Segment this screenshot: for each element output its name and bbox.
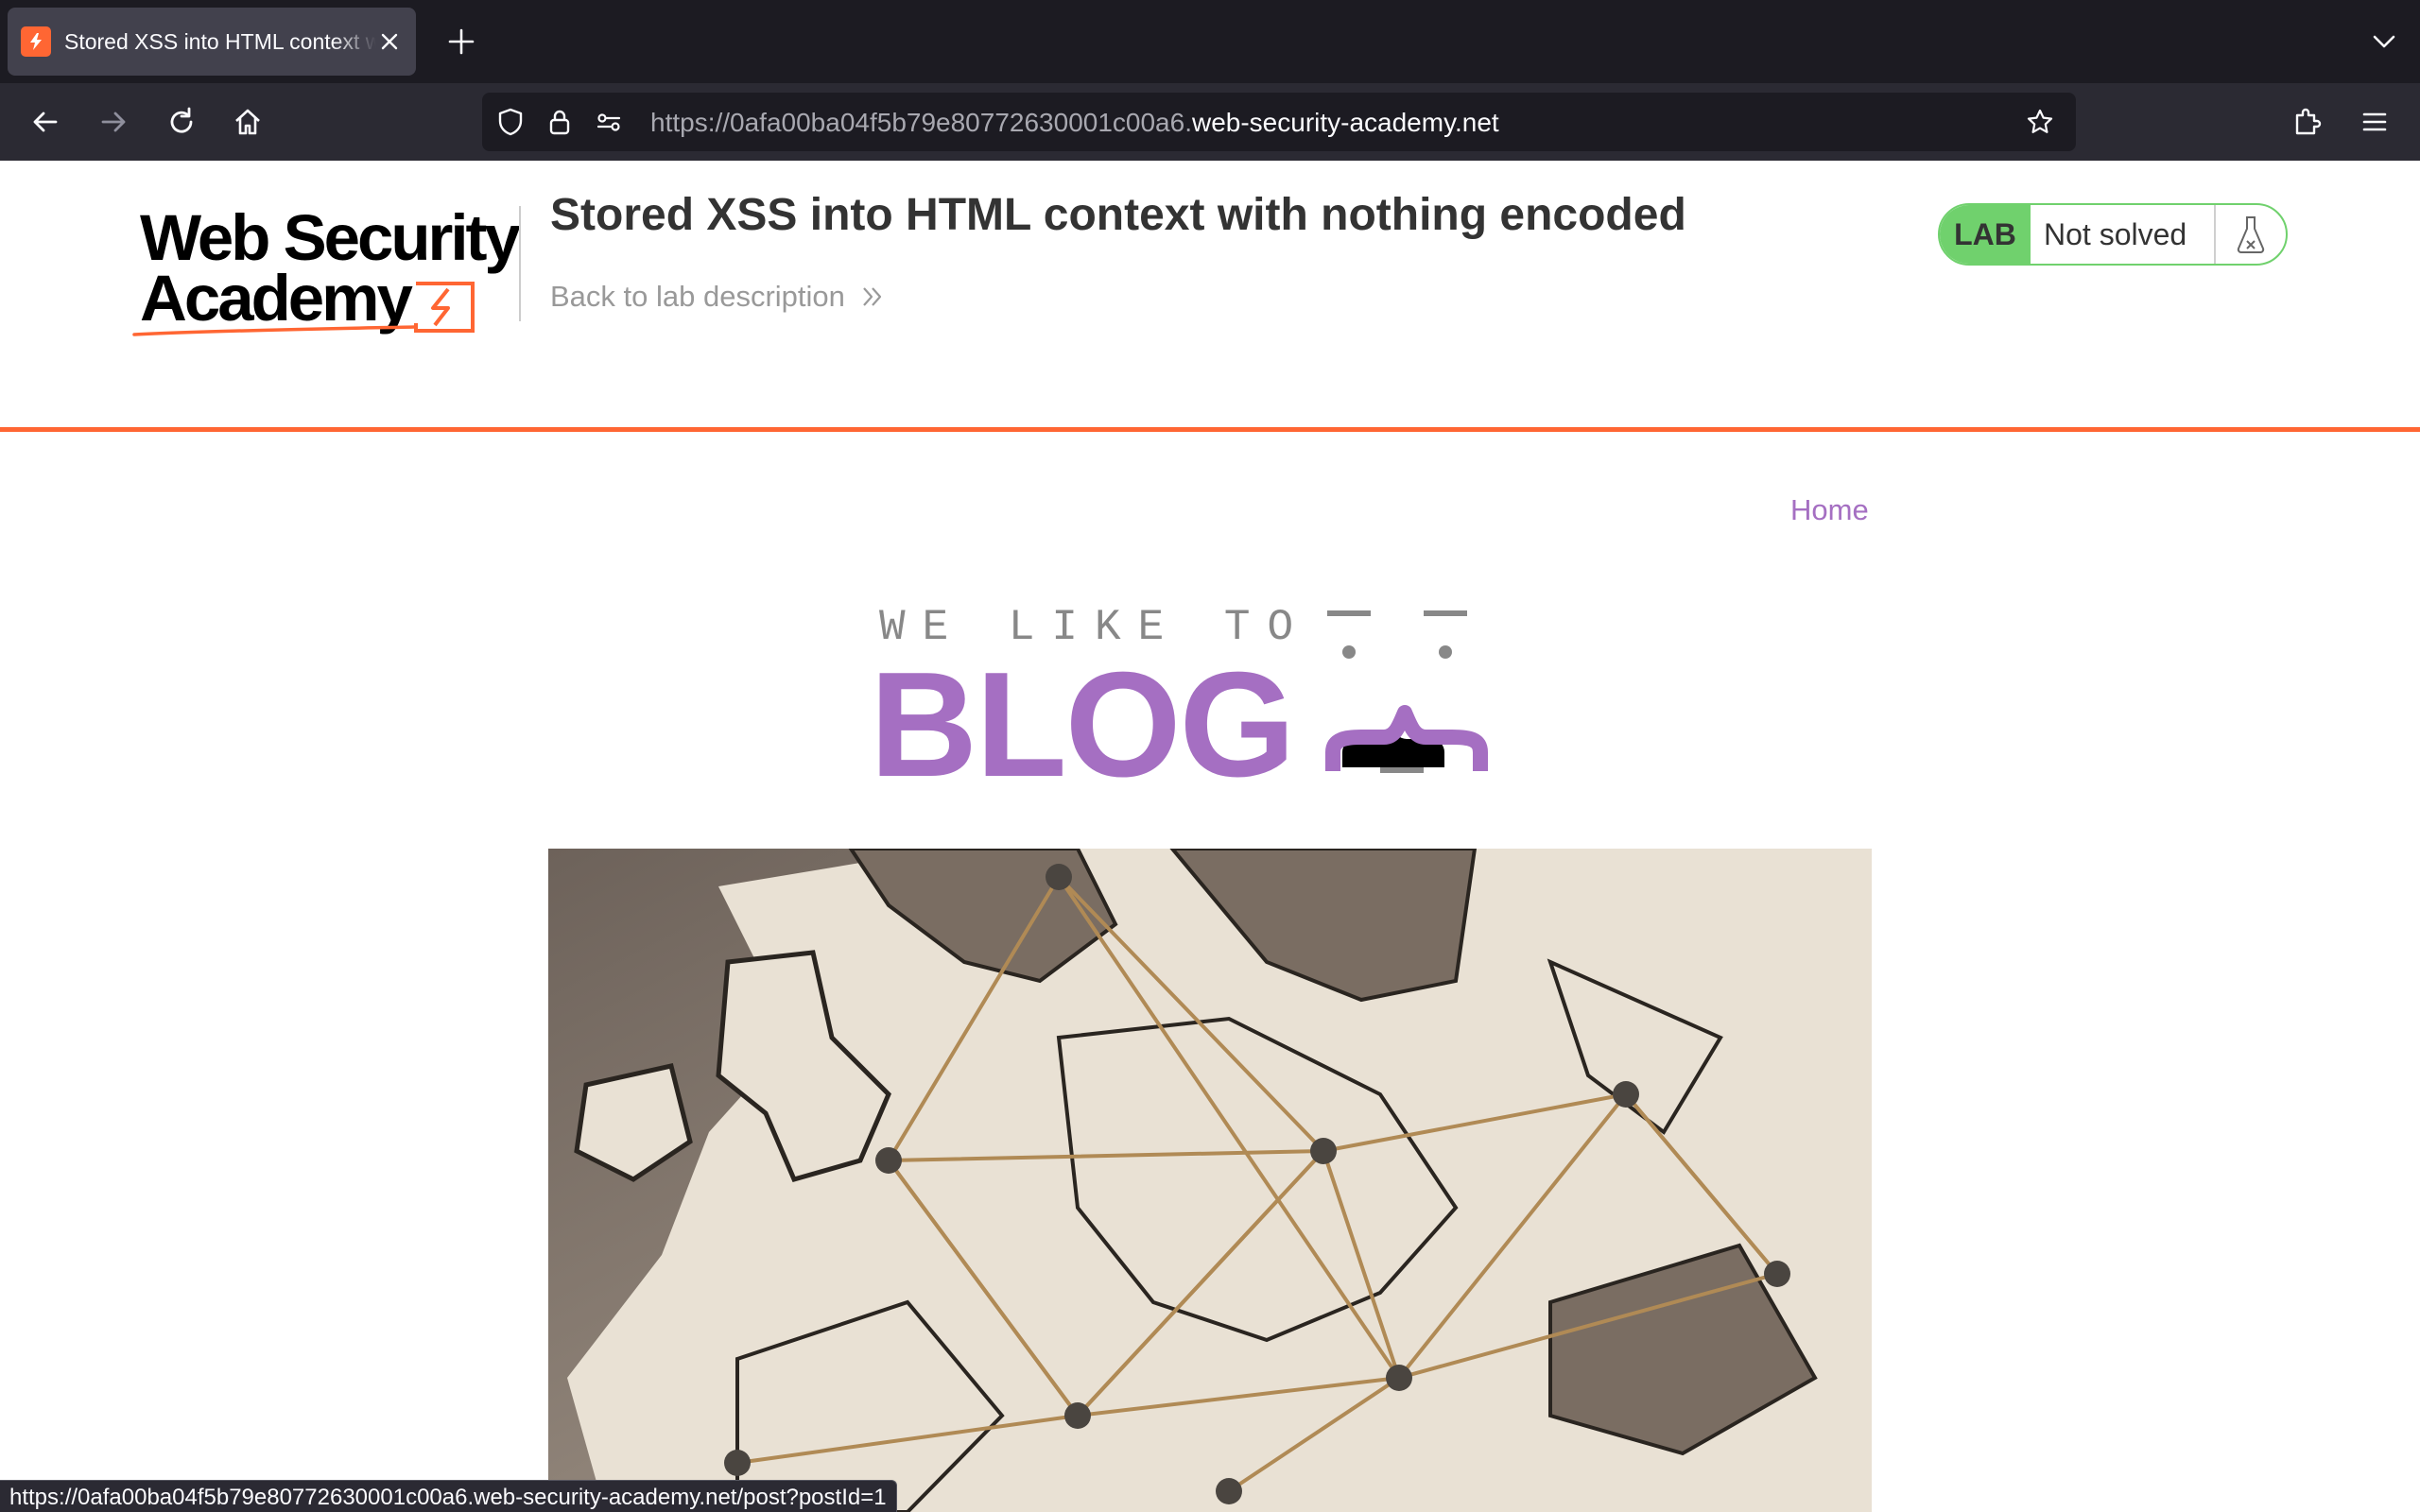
lock-icon[interactable] (544, 107, 575, 137)
back-to-lab-description-link[interactable]: Back to lab description (550, 280, 885, 314)
blog-banner: WE LIKE TO BLOG (870, 595, 1550, 799)
address-bar[interactable]: https://0afa00ba04f5b79e80772630001c00a6… (482, 93, 2076, 151)
blog-post-image[interactable] (548, 849, 1872, 1512)
chevron-down-icon[interactable] (2369, 26, 2399, 57)
navigation-toolbar: https://0afa00ba04f5b79e80772630001c00a6… (0, 83, 2420, 161)
puzzle-icon (2295, 108, 2322, 135)
home-nav-link[interactable]: Home (1790, 493, 1869, 527)
hamburger-menu-icon (2362, 112, 2387, 131)
lab-status-widget: LAB Not solved (1938, 203, 2288, 266)
double-chevron-right-icon (863, 287, 882, 306)
tab-strip: Stored XSS into HTML context with nothin… (0, 0, 2420, 83)
permissions-icon[interactable] (594, 107, 624, 137)
web-security-academy-logo[interactable]: Web Security Academy (132, 200, 521, 336)
new-tab-icon[interactable] (444, 25, 478, 59)
lab-badge: LAB (1940, 205, 2031, 264)
close-tab-icon[interactable] (376, 28, 403, 55)
flask-icon (2216, 205, 2286, 264)
blog-face-icon (1325, 610, 1488, 773)
back-link-label: Back to lab description (550, 280, 845, 313)
url-subdomain: https://0afa00ba04f5b79e80772630001c00a6… (650, 108, 1192, 137)
arrow-left-icon (33, 112, 58, 132)
header-divider (519, 206, 521, 321)
home-icon (235, 109, 260, 135)
arrow-right-icon (101, 112, 126, 132)
europe-map-image (548, 849, 1872, 1512)
link-status-tooltip: https://0afa00ba04f5b79e80772630001c00a6… (0, 1480, 897, 1512)
logo-mark-icon (132, 282, 475, 336)
lab-header: Web Security Academy Stored XSS into HTM… (0, 161, 2420, 432)
lab-status-text: Not solved (2031, 205, 2216, 264)
browser-tab[interactable]: Stored XSS into HTML context with nothin… (8, 8, 416, 76)
forward-button[interactable] (95, 103, 132, 141)
url-text[interactable]: https://0afa00ba04f5b79e80772630001c00a6… (650, 108, 1499, 138)
back-button[interactable] (26, 103, 64, 141)
extensions-button[interactable] (2288, 103, 2325, 141)
bookmark-star-icon[interactable] (2025, 107, 2055, 137)
reload-button[interactable] (163, 103, 200, 141)
lab-title: Stored XSS into HTML context with nothin… (550, 190, 1686, 240)
home-button[interactable] (229, 103, 267, 141)
tracking-shield-icon[interactable] (495, 107, 526, 137)
reload-icon (170, 107, 193, 133)
banner-title: BLOG (870, 642, 1295, 808)
url-domain: web-security-academy.net (1191, 108, 1499, 137)
lab-favicon-icon (21, 26, 51, 57)
tab-title: Stored XSS into HTML context with nothin… (64, 28, 376, 54)
app-menu-button[interactable] (2356, 103, 2394, 141)
